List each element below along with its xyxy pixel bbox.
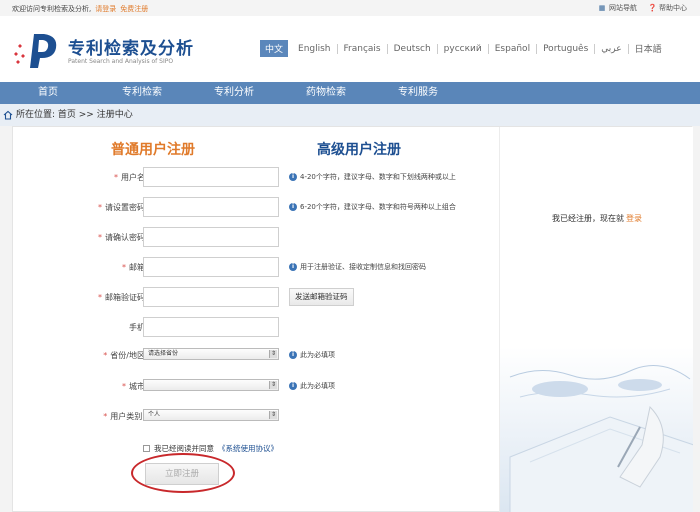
home-icon <box>3 110 13 120</box>
help-link[interactable]: ❓ 帮助中心 <box>648 3 687 13</box>
sitemap-link[interactable]: ▦ 网站导航 <box>598 3 637 13</box>
email-input[interactable] <box>143 257 279 277</box>
send-code-button[interactable]: 发送邮箱验证码 <box>289 288 354 306</box>
city-label: * 城市 <box>122 382 145 391</box>
city-row: * 城市 ⇕ i 此为必填项 <box>13 376 499 396</box>
select-arrow-icon: ⇕ <box>269 411 277 419</box>
email-row: * 邮箱 i 用于注册验证、接收定制信息和找回密码 <box>13 257 499 277</box>
welcome-text: 欢迎访问专利检索及分析, 请登录 免费注册 <box>12 4 148 14</box>
lang-ja[interactable]: 日本語 <box>629 42 668 55</box>
lang-en[interactable]: English <box>292 43 338 54</box>
email-code-label: * 邮箱验证码 <box>98 293 145 302</box>
password-label: * 请设置密码 <box>98 203 145 212</box>
lang-fr[interactable]: Français <box>338 43 388 54</box>
nav-patent-service[interactable]: 专利服务 <box>372 82 464 104</box>
lang-es[interactable]: Español <box>489 43 538 54</box>
password-row: * 请设置密码 i 6-20个字符，建议字母、数字和符号两种以上组合 <box>13 197 499 217</box>
info-icon: i <box>289 263 297 271</box>
email-code-row: * 邮箱验证码 发送邮箱验证码 <box>13 287 499 307</box>
highlight-circle <box>131 453 235 493</box>
info-icon: i <box>289 203 297 211</box>
help-icon: ❓ <box>648 4 657 12</box>
city-select[interactable]: ⇕ <box>143 379 279 391</box>
breadcrumb-text: 所在位置: 首页 >> 注册中心 <box>16 110 133 120</box>
lang-zh[interactable]: 中文 <box>260 40 289 57</box>
logo-icon <box>14 34 57 68</box>
info-icon: i <box>289 351 297 359</box>
agree-checkbox[interactable] <box>143 445 150 452</box>
city-hint: i 此为必填项 <box>289 381 335 391</box>
main-nav: 首页 专利检索 专利分析 药物检索 专利服务 <box>0 82 700 104</box>
site-title: 专利检索及分析 <box>68 39 194 59</box>
top-utility-bar: 欢迎访问专利检索及分析, 请登录 免费注册 ▦ 网站导航 ❓ 帮助中心 <box>0 0 700 16</box>
province-hint: i 此为必填项 <box>289 350 335 360</box>
registration-panel: 普通用户注册 高级用户注册 * 用户名 i 4-20个字符，建议字母、数字和下划线两… <box>12 126 693 512</box>
email-code-input[interactable] <box>143 287 279 307</box>
phone-row: 手机 <box>13 317 499 337</box>
info-icon: i <box>289 173 297 181</box>
province-label: * 省份/地区 <box>103 351 145 360</box>
password-hint: i 6-20个字符，建议字母、数字和符号两种以上组合 <box>289 202 456 212</box>
province-row: * 省份/地区 请选择省份 ⇕ i 此为必填项 <box>13 345 499 365</box>
login-link[interactable]: 请登录 <box>95 5 116 13</box>
site-subtitle: Patent Search and Analysis of SIPO <box>68 58 174 65</box>
confirm-password-label: * 请确认密码 <box>98 233 145 242</box>
agreement-link[interactable]: 《系统使用协议》 <box>218 443 278 454</box>
nav-patent-analysis[interactable]: 专利分析 <box>188 82 280 104</box>
lang-ar[interactable]: عربي <box>595 43 629 54</box>
select-arrow-icon: ⇕ <box>269 350 277 358</box>
email-label: * 邮箱 <box>122 263 145 272</box>
province-select[interactable]: 请选择省份 ⇕ <box>143 348 279 360</box>
password-input[interactable] <box>143 197 279 217</box>
welcome-label: 欢迎访问专利检索及分析, <box>12 5 92 13</box>
language-switcher: 中文 English Français Deutsch русский Espa… <box>260 40 668 57</box>
nav-drug-search[interactable]: 药物检索 <box>280 82 372 104</box>
username-label: * 用户名 <box>114 173 145 182</box>
usertype-label: * 用户类别: <box>103 412 145 421</box>
usertype-row: * 用户类别: 个人 ⇕ <box>13 406 499 426</box>
usertype-select[interactable]: 个人 ⇕ <box>143 409 279 421</box>
nav-patent-search[interactable]: 专利检索 <box>96 82 188 104</box>
help-label: 帮助中心 <box>659 4 687 12</box>
nav-home[interactable]: 首页 <box>0 82 96 104</box>
lang-ru[interactable]: русский <box>438 43 489 54</box>
grid-icon: ▦ <box>598 4 606 12</box>
confirm-password-row: * 请确认密码 <box>13 227 499 247</box>
lang-pt[interactable]: Português <box>537 43 596 54</box>
info-icon: i <box>289 382 297 390</box>
decorative-illustration <box>500 347 693 512</box>
select-arrow-icon: ⇕ <box>269 381 277 389</box>
site-header: 专利检索及分析 Patent Search and Analysis of SI… <box>0 16 700 82</box>
username-input[interactable] <box>143 167 279 187</box>
tab-normal-registration[interactable]: 普通用户注册 <box>111 139 195 159</box>
breadcrumb: 所在位置: 首页 >> 注册中心 <box>0 104 700 126</box>
register-link[interactable]: 免费注册 <box>120 5 148 13</box>
username-hint: i 4-20个字符，建议字母、数字和下划线两种或以上 <box>289 172 456 182</box>
tab-advanced-registration[interactable]: 高级用户注册 <box>317 139 401 159</box>
lang-de[interactable]: Deutsch <box>388 43 438 54</box>
phone-input[interactable] <box>143 317 279 337</box>
sidebar-panel: 我已经注册，现在就 登录 <box>499 127 693 512</box>
email-hint: i 用于注册验证、接收定制信息和找回密码 <box>289 262 426 272</box>
agreement-row: 我已经阅读并同意 《系统使用协议》 <box>143 443 278 454</box>
sitemap-label: 网站导航 <box>609 4 637 12</box>
username-row: * 用户名 i 4-20个字符，建议字母、数字和下划线两种或以上 <box>13 167 499 187</box>
confirm-password-input[interactable] <box>143 227 279 247</box>
